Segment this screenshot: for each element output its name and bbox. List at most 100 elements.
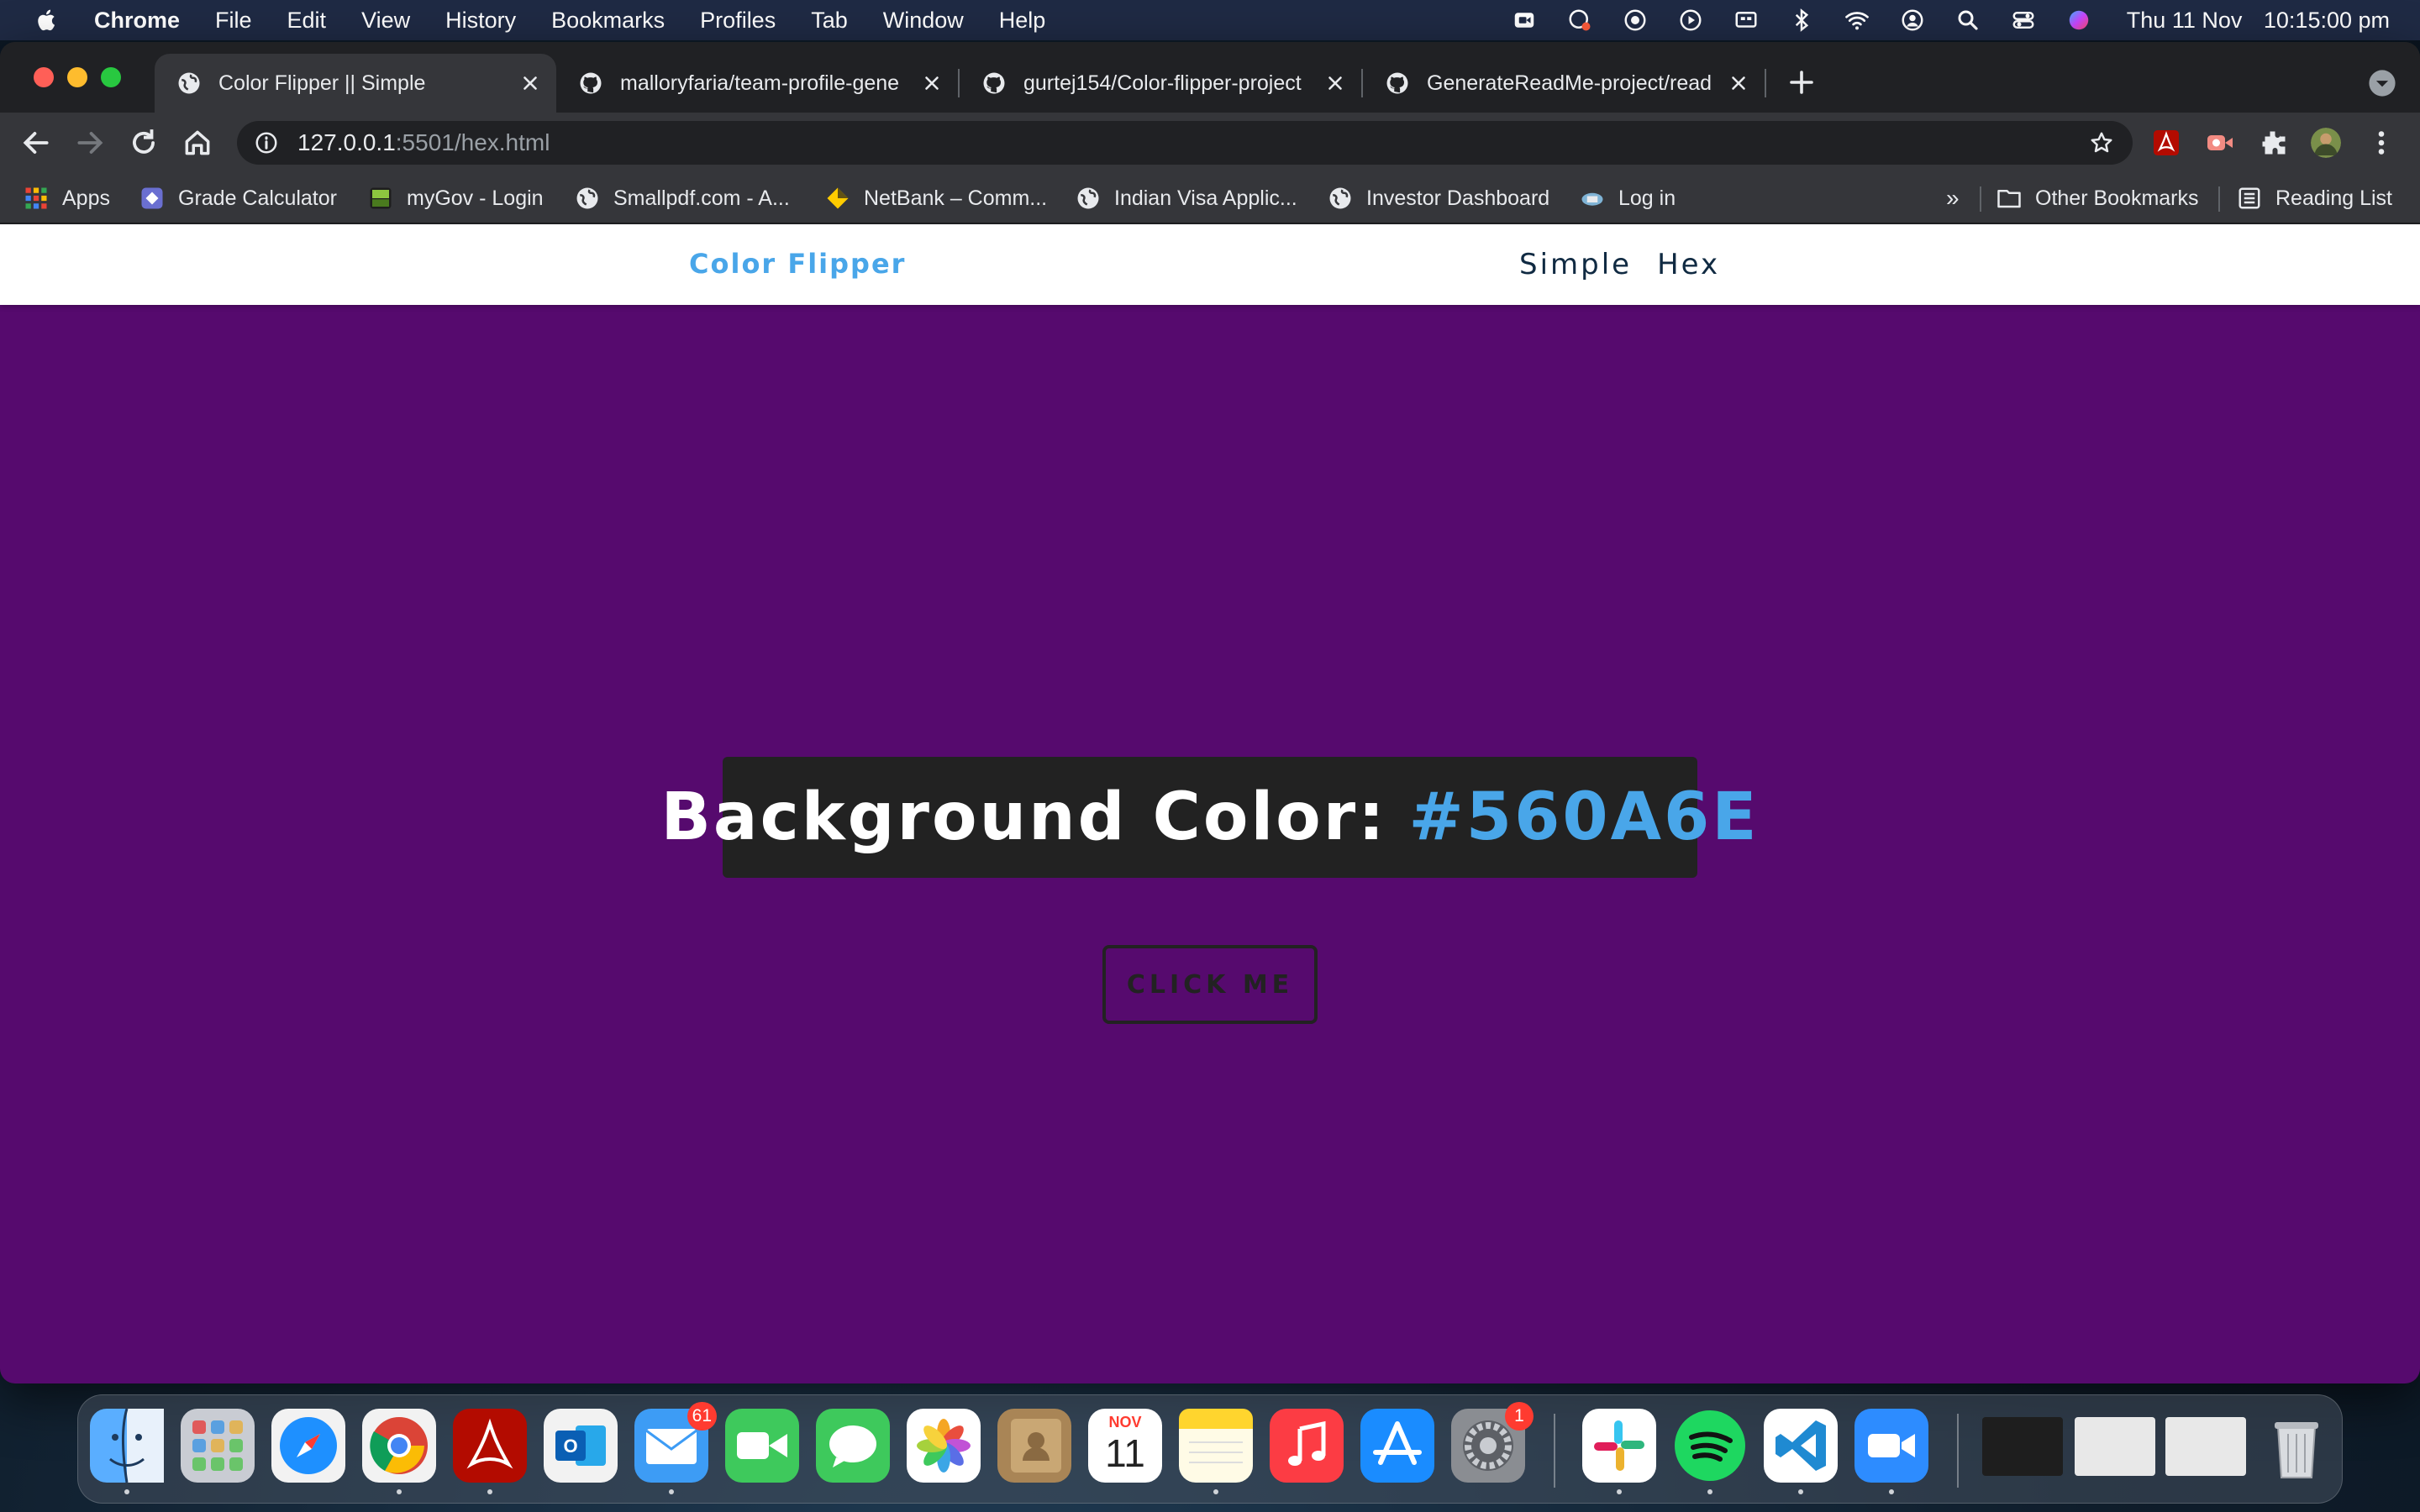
url-path: :5501/hex.html bbox=[395, 129, 550, 155]
bookmark-indian-visa[interactable]: Indian Visa Applic... bbox=[1076, 173, 1297, 223]
extensions-puzzle-icon[interactable] bbox=[2259, 128, 2289, 158]
back-arrow-icon[interactable] bbox=[20, 127, 52, 159]
dock-vscode[interactable] bbox=[1764, 1409, 1838, 1494]
minimize-window-button[interactable] bbox=[67, 67, 87, 87]
forward-arrow-icon[interactable] bbox=[74, 127, 106, 159]
dock-zoom[interactable] bbox=[1854, 1409, 1928, 1494]
screen-recorder-icon[interactable] bbox=[1565, 8, 1594, 33]
nav-link-simple[interactable]: Simple bbox=[1519, 248, 1632, 281]
menu-file[interactable]: File bbox=[215, 8, 252, 34]
dock-finder[interactable] bbox=[90, 1409, 164, 1494]
user-account-icon[interactable] bbox=[1898, 8, 1927, 33]
mygov-icon bbox=[370, 187, 392, 209]
close-tab-icon[interactable] bbox=[519, 72, 541, 94]
acrobat-extension-icon[interactable] bbox=[2151, 128, 2181, 158]
dock-messages[interactable] bbox=[816, 1409, 890, 1483]
fullscreen-window-button[interactable] bbox=[101, 67, 121, 87]
nav-link-hex[interactable]: Hex bbox=[1657, 248, 1720, 281]
bookmark-mygov[interactable]: myGov - Login bbox=[368, 173, 544, 223]
menu-bar-clock[interactable]: Thu 11 Nov 10:15:00 pm bbox=[2127, 8, 2390, 34]
menu-bookmarks[interactable]: Bookmarks bbox=[551, 8, 665, 34]
dock-mail[interactable]: 61 bbox=[634, 1402, 717, 1494]
bookmark-label: myGov - Login bbox=[407, 186, 544, 210]
bookmark-label: Investor Dashboard bbox=[1366, 186, 1550, 210]
tab-color-flipper[interactable]: Color Flipper || Simple bbox=[155, 54, 556, 113]
bookmark-reading-list[interactable]: Reading List bbox=[2237, 173, 2392, 223]
dock-system-preferences[interactable]: 1 bbox=[1451, 1402, 1534, 1483]
bookmarks-overflow-chevron[interactable]: » bbox=[1946, 173, 1960, 223]
dock-launchpad[interactable] bbox=[181, 1409, 255, 1483]
dock-safari[interactable] bbox=[271, 1409, 345, 1483]
bookmark-star-icon[interactable] bbox=[2089, 130, 2114, 155]
dock-acrobat[interactable] bbox=[453, 1409, 527, 1494]
close-tab-icon[interactable] bbox=[1728, 72, 1749, 94]
apple-menu-icon[interactable] bbox=[34, 7, 60, 34]
dock-outlook[interactable]: O bbox=[544, 1409, 618, 1483]
video-extension-icon[interactable] bbox=[2205, 128, 2235, 158]
menu-tab[interactable]: Tab bbox=[811, 8, 848, 34]
tab-search-chevron-icon[interactable] bbox=[2368, 69, 2396, 97]
home-icon[interactable] bbox=[182, 127, 213, 159]
tab-generate-readme[interactable]: GenerateReadMe-project/read bbox=[1363, 54, 1765, 113]
brand-logo-text[interactable]: Color Flipper bbox=[689, 248, 906, 280]
bookmark-log-in[interactable]: Log in bbox=[1580, 173, 1676, 223]
menu-window[interactable]: Window bbox=[883, 8, 964, 34]
minimized-window-vscode-thumbnail[interactable] bbox=[1982, 1417, 2063, 1476]
wifi-icon[interactable] bbox=[1843, 8, 1871, 33]
safari-compass-icon bbox=[271, 1409, 345, 1483]
chrome-menu-kebab-icon[interactable] bbox=[2366, 128, 2396, 158]
site-info-icon[interactable] bbox=[254, 130, 279, 155]
click-me-button[interactable]: click me bbox=[1102, 945, 1318, 1024]
dock-chrome[interactable] bbox=[362, 1409, 436, 1494]
dock-app-store[interactable] bbox=[1360, 1409, 1434, 1483]
play-icon[interactable] bbox=[1676, 8, 1705, 33]
display-icon[interactable] bbox=[1732, 8, 1760, 33]
tab-color-flipper-project[interactable]: gurtej154/Color-flipper-project bbox=[960, 54, 1361, 113]
page-navbar: Color Flipper Simple Hex bbox=[0, 224, 2420, 305]
menu-edit[interactable]: Edit bbox=[287, 8, 327, 34]
control-center-icon[interactable] bbox=[2009, 8, 2038, 33]
menu-app-name[interactable]: Chrome bbox=[94, 8, 180, 34]
minimized-window-chrome-thumbnail[interactable] bbox=[2165, 1417, 2246, 1476]
bluetooth-icon[interactable] bbox=[1787, 8, 1816, 33]
bookmark-investor-dashboard[interactable]: Investor Dashboard bbox=[1328, 173, 1549, 223]
spotlight-search-icon[interactable] bbox=[1954, 8, 1982, 33]
sync-icon[interactable] bbox=[1621, 8, 1649, 33]
reading-list-icon bbox=[2238, 187, 2260, 209]
bookmark-apps[interactable]: Apps bbox=[24, 173, 110, 223]
minimized-window-chrome-thumbnail[interactable] bbox=[2075, 1417, 2155, 1476]
bookmark-smallpdf[interactable]: Smallpdf.com - A... bbox=[575, 173, 790, 223]
running-indicator bbox=[397, 1489, 402, 1494]
reload-icon[interactable] bbox=[128, 127, 160, 159]
close-tab-icon[interactable] bbox=[1324, 72, 1346, 94]
dock-contacts[interactable] bbox=[997, 1409, 1071, 1483]
dock-facetime[interactable] bbox=[725, 1409, 799, 1483]
dock-music[interactable] bbox=[1270, 1409, 1344, 1483]
close-tab-icon[interactable] bbox=[921, 72, 943, 94]
cloud-login-icon bbox=[1581, 192, 1603, 206]
dock-notes[interactable] bbox=[1179, 1409, 1253, 1494]
window-controls bbox=[34, 67, 134, 87]
video-camera-icon[interactable] bbox=[1510, 8, 1539, 33]
siri-icon[interactable] bbox=[2065, 8, 2093, 33]
dock-photos[interactable] bbox=[907, 1409, 981, 1483]
dock-calendar[interactable]: NOV 11 bbox=[1088, 1409, 1162, 1483]
profile-avatar[interactable] bbox=[2311, 128, 2341, 158]
nav-links: Simple Hex bbox=[1519, 248, 1745, 281]
dock-slack[interactable] bbox=[1582, 1409, 1656, 1494]
color-value: #560A6E bbox=[1408, 780, 1760, 855]
bookmark-other-bookmarks[interactable]: Other Bookmarks bbox=[1996, 173, 2199, 223]
bookmark-netbank[interactable]: NetBank – Comm... bbox=[825, 173, 1047, 223]
chrome-icon bbox=[362, 1409, 436, 1483]
tab-team-profile[interactable]: malloryfaria/team-profile-gene bbox=[556, 54, 958, 113]
menu-view[interactable]: View bbox=[361, 8, 410, 34]
close-window-button[interactable] bbox=[34, 67, 54, 87]
menu-history[interactable]: History bbox=[445, 8, 516, 34]
dock-trash[interactable] bbox=[2260, 1409, 2333, 1483]
address-bar[interactable]: 127.0.0.1:5501/hex.html bbox=[237, 121, 2133, 165]
menu-help[interactable]: Help bbox=[999, 8, 1046, 34]
bookmark-grade-calculator[interactable]: Grade Calculator bbox=[139, 173, 337, 223]
new-tab-plus-icon[interactable] bbox=[1786, 67, 1817, 97]
dock-spotify[interactable] bbox=[1673, 1409, 1747, 1494]
menu-profiles[interactable]: Profiles bbox=[700, 8, 776, 34]
